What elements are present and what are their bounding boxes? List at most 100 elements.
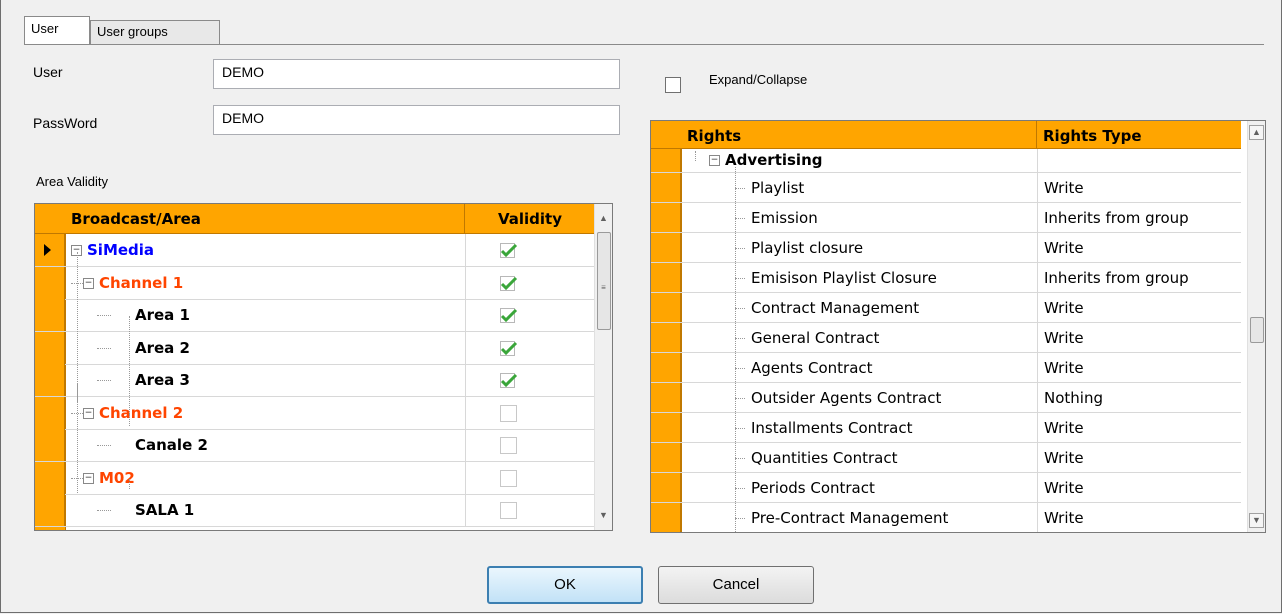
right-type[interactable]: Write [1044,353,1084,383]
tree-connector [735,308,745,309]
rights-row[interactable]: Outsider Agents Contract Nothing [651,383,1241,413]
rights-group-row[interactable]: − Advertising [651,149,1241,173]
rights-row[interactable]: Quantities Contract Write [651,443,1241,473]
area-row[interactable]: Area 3 [35,364,595,397]
row-selector[interactable] [35,429,65,461]
area-row[interactable]: − SiMedia [35,234,595,267]
area-row[interactable]: − M02 [35,461,595,495]
right-name: Quantities Contract [751,449,898,467]
validity-check-icon[interactable] [500,307,518,323]
column-header-rights[interactable]: Rights [681,121,1037,149]
row-selector[interactable] [651,383,681,412]
validity-check-icon[interactable] [500,242,518,258]
validity-check-icon[interactable] [500,340,518,356]
row-selector[interactable] [651,173,681,202]
row-selector[interactable] [651,233,681,262]
tab-user[interactable]: User [24,16,90,44]
right-type[interactable]: Write [1044,473,1084,503]
row-selector[interactable] [35,299,65,331]
area-row[interactable]: − Channel 2 [35,396,595,430]
area-name: Area 3 [135,364,190,397]
rights-row[interactable]: Periods Contract Write [651,473,1241,503]
right-type[interactable]: Write [1044,293,1084,323]
row-selector[interactable] [35,461,65,494]
tree-connector [735,248,745,249]
ok-button[interactable]: OK [487,566,643,604]
row-selector[interactable] [651,353,681,382]
row-selector[interactable] [651,503,681,532]
collapse-icon[interactable]: − [83,407,94,419]
right-type[interactable]: Inherits from group [1044,203,1189,233]
column-divider [1037,383,1038,412]
area-grid-scrollbar[interactable]: ▲ ≡ ▼ [594,204,612,530]
user-field[interactable]: DEMO [213,59,620,89]
column-header-broadcast-area[interactable]: Broadcast/Area [65,204,465,234]
validity-checkbox[interactable] [500,437,517,454]
row-selector[interactable] [651,443,681,472]
tree-connector [97,510,111,511]
row-selector[interactable] [35,396,65,429]
user-label: User [33,64,63,80]
right-type[interactable]: Nothing [1044,383,1103,413]
right-type[interactable]: Inherits from group [1044,263,1189,293]
right-type[interactable]: Write [1044,323,1084,353]
area-row[interactable]: Canale 2 [35,429,595,462]
right-type[interactable]: Write [1044,173,1084,203]
collapse-icon[interactable]: − [709,155,720,166]
row-selector[interactable] [651,473,681,502]
rights-row[interactable]: Emisison Playlist Closure Inherits from g… [651,263,1241,293]
tab-user-groups[interactable]: User groups [90,20,220,44]
rights-row[interactable]: Agents Contract Write [651,353,1241,383]
password-field[interactable]: DEMO [213,105,620,135]
tab-divider [24,44,1264,45]
area-row[interactable]: SALA 1 [35,494,595,527]
rights-row[interactable]: Pre-Contract Management Write [651,503,1241,532]
right-type[interactable]: Write [1044,443,1084,473]
validity-checkbox[interactable] [500,502,517,519]
row-selector[interactable] [35,234,65,266]
right-type[interactable]: Write [1044,503,1084,532]
row-selector[interactable] [651,413,681,442]
validity-check-icon[interactable] [500,372,518,388]
area-name: − Channel 2 [83,397,183,430]
row-selector[interactable] [35,494,65,526]
column-header-rights-type[interactable]: Rights Type [1037,121,1241,149]
rights-grid[interactable]: Rights Rights Type − Advertising Playlist W… [650,120,1266,533]
rights-row[interactable]: Installments Contract Write [651,413,1241,443]
right-type[interactable]: Write [1044,413,1084,443]
rights-row[interactable]: General Contract Write [651,323,1241,353]
area-row[interactable]: Area 1 [35,299,595,332]
rights-row[interactable]: Playlist Write [651,173,1241,203]
rights-corner-header [651,121,681,149]
column-header-validity[interactable]: Validity [465,204,595,234]
rights-row[interactable]: Playlist closure Write [651,233,1241,263]
rights-row[interactable]: Contract Management Write [651,293,1241,323]
collapse-icon[interactable]: − [83,472,94,484]
rights-grid-scrollbar[interactable]: ▲ ▼ [1247,121,1265,532]
rights-scroll-down-arrow-icon[interactable]: ▼ [1249,513,1264,528]
collapse-icon[interactable]: − [83,277,94,289]
scroll-up-arrow-icon[interactable]: ▲ [595,210,612,227]
row-selector[interactable] [35,266,65,299]
scroll-down-arrow-icon[interactable]: ▼ [595,507,612,524]
expand-collapse-checkbox[interactable] [665,77,681,93]
row-selector[interactable] [651,323,681,352]
row-selector[interactable] [651,263,681,292]
validity-checkbox[interactable] [500,469,517,487]
validity-checkbox[interactable] [500,404,517,422]
rights-row[interactable]: Emission Inherits from group [651,203,1241,233]
cancel-button[interactable]: Cancel [658,566,814,604]
area-name-text: Area 1 [135,306,190,324]
row-selector[interactable] [651,293,681,322]
right-type[interactable]: Write [1044,233,1084,263]
rights-scroll-up-arrow-icon[interactable]: ▲ [1249,125,1264,140]
area-validity-grid[interactable]: Broadcast/Area Validity − SiMedia − Channel… [34,203,613,531]
row-selector[interactable] [651,149,681,172]
rights-scroll-thumb[interactable] [1250,317,1264,343]
area-row[interactable]: Area 2 [35,331,595,365]
row-selector[interactable] [35,331,65,364]
validity-check-icon[interactable] [500,275,518,291]
area-row[interactable]: − Channel 1 [35,266,595,300]
row-selector[interactable] [35,364,65,396]
row-selector[interactable] [651,203,681,232]
